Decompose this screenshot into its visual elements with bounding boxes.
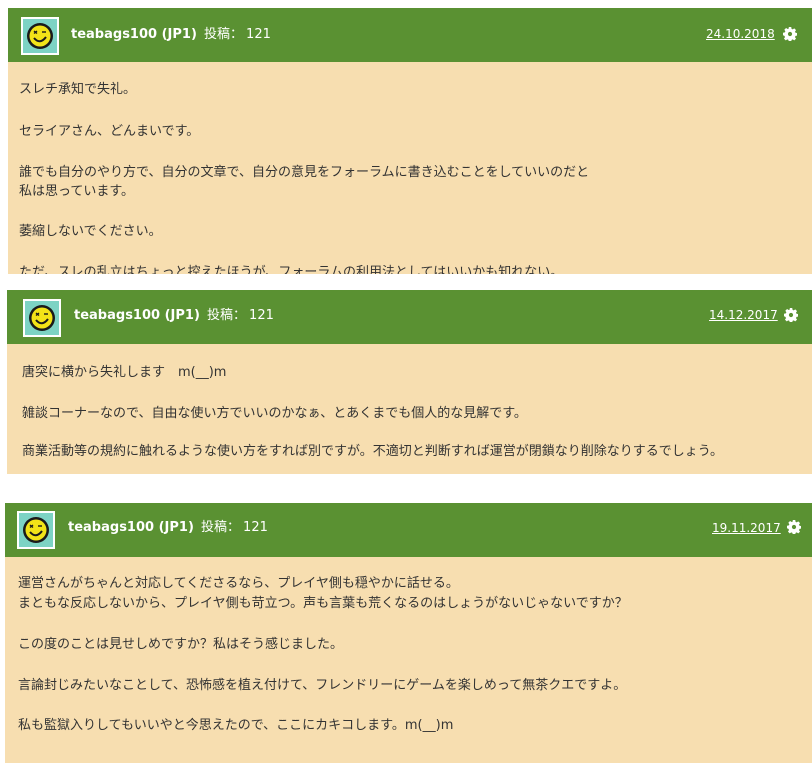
post-header: teabags100 (JP1) 投稿： 121 19.11.2017 <box>5 503 812 557</box>
author-name[interactable]: teabags100 (JP1) <box>68 520 194 535</box>
post-text-line: スレチ承知で失礼。 <box>19 82 137 97</box>
post-count: 121 <box>243 520 268 535</box>
post-date-link[interactable]: 19.11.2017 <box>712 521 781 535</box>
post-body: スレチ承知で失礼。 セライアさん、どんまいです。 誰でも自分のやり方で、自分の文… <box>8 62 812 274</box>
post-text-line: 萎縮しないでください。 <box>19 224 162 239</box>
forum-post: teabags100 (JP1) 投稿： 121 14.12.2017 唐突に横か… <box>7 290 812 474</box>
post-author-line: teabags100 (JP1) 投稿： 121 <box>74 304 274 323</box>
post-date-link[interactable]: 14.12.2017 <box>709 308 778 322</box>
avatar[interactable] <box>23 299 61 337</box>
post-text-line: セライアさん、どんまいです。 <box>19 124 200 139</box>
posts-label: 投稿： <box>201 520 241 535</box>
post-text-line: この度のことは見せしめですか？私はそう感じました。 <box>18 637 344 652</box>
post-author-line: teabags100 (JP1) 投稿： 121 <box>71 23 271 42</box>
post-date-link[interactable]: 24.10.2018 <box>706 27 775 41</box>
avatar[interactable] <box>17 511 55 549</box>
post-text-line: 商業活動等の規約に触れるような使い方をすれば別ですが。不適切と判断すれば運営が閉… <box>22 444 723 459</box>
post-count: 121 <box>249 308 274 323</box>
posts-label: 投稿： <box>207 308 247 323</box>
post-text-line: ただ、スレの乱立はちょっと控えたほうが、フォーラムの利用法としてはいいかも知れな… <box>19 265 564 274</box>
post-text-line: 雑談コーナーなので、自由な使い方でいいのかなぁ、とあくまでも個人的な見解です。 <box>22 406 527 421</box>
forum-post: teabags100 (JP1) 投稿： 121 19.11.2017 運営さんが… <box>5 503 812 763</box>
avatar[interactable] <box>21 17 59 55</box>
smiley-face-icon <box>27 23 53 49</box>
post-text-line: 私も監獄入りしてもいいやと今思えたので、ここにカキコします。m(__)m <box>18 718 454 733</box>
post-text-line: 唐突に横から失礼します m(__)m <box>22 365 227 380</box>
smiley-face-icon <box>23 517 49 543</box>
author-name[interactable]: teabags100 (JP1) <box>74 308 200 323</box>
post-text-line: 誰でも自分のやり方で、自分の文章で、自分の意見をフォーラムに書き込むことをしてい… <box>19 165 590 180</box>
forum-post: teabags100 (JP1) 投稿： 121 24.10.2018 スレチ承知… <box>8 8 812 274</box>
gear-icon[interactable] <box>783 27 797 41</box>
smiley-face-icon <box>29 305 55 331</box>
post-header: teabags100 (JP1) 投稿： 121 24.10.2018 <box>8 8 812 62</box>
post-body: 唐突に横から失礼します m(__)m 雑談コーナーなので、自由な使い方でいいのか… <box>7 344 812 474</box>
gear-icon[interactable] <box>784 308 798 322</box>
post-text-line: 運営さんがちゃんと対応してくださるなら、プレイヤ側も穏やかに話せる。 <box>18 576 459 591</box>
post-header: teabags100 (JP1) 投稿： 121 14.12.2017 <box>7 290 812 344</box>
post-author-line: teabags100 (JP1) 投稿： 121 <box>68 516 268 535</box>
post-text-line: まともな反応しないから、プレイヤ側も苛立つ。声も言葉も荒くなるのはしょうがないじ… <box>18 596 628 611</box>
posts-label: 投稿： <box>204 27 244 42</box>
gear-icon[interactable] <box>787 520 801 534</box>
post-count: 121 <box>246 27 271 42</box>
post-text-line: 私は思っています。 <box>19 184 135 199</box>
post-body: 運営さんがちゃんと対応してくださるなら、プレイヤ側も穏やかに話せる。 まともな反… <box>5 557 812 763</box>
author-name[interactable]: teabags100 (JP1) <box>71 27 197 42</box>
post-text-line: 言論封じみたいなことして、恐怖感を植え付けて、フレンドリーにゲームを楽しめって無… <box>18 678 627 693</box>
